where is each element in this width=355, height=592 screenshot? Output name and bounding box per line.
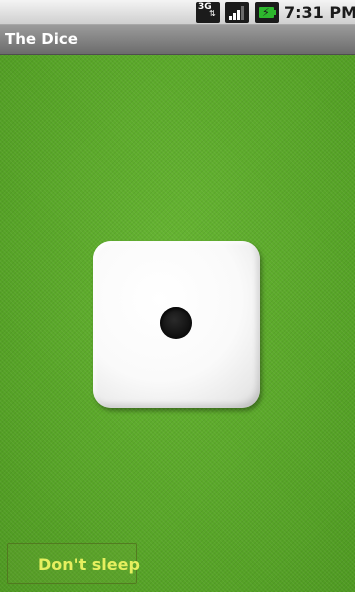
- battery-charging-icon: ⚡: [255, 2, 279, 23]
- clock: 7:31 PM: [284, 3, 355, 22]
- data-activity-arrows-icon: ⇅: [209, 9, 216, 18]
- app-title: The Dice: [5, 30, 78, 48]
- title-bar: The Dice: [0, 25, 355, 55]
- dont-sleep-label: Don't sleep: [38, 555, 140, 574]
- die-pip: [160, 307, 192, 339]
- dont-sleep-toggle[interactable]: Don't sleep: [7, 543, 140, 584]
- screen: 3G ⇅ ⚡ 7:31 PM The Dice Don't sleep: [0, 0, 355, 592]
- 3g-data-icon: 3G ⇅: [196, 2, 220, 23]
- status-bar: 3G ⇅ ⚡ 7:31 PM: [0, 0, 355, 25]
- signal-strength-icon: [225, 2, 249, 23]
- die[interactable]: [93, 241, 260, 408]
